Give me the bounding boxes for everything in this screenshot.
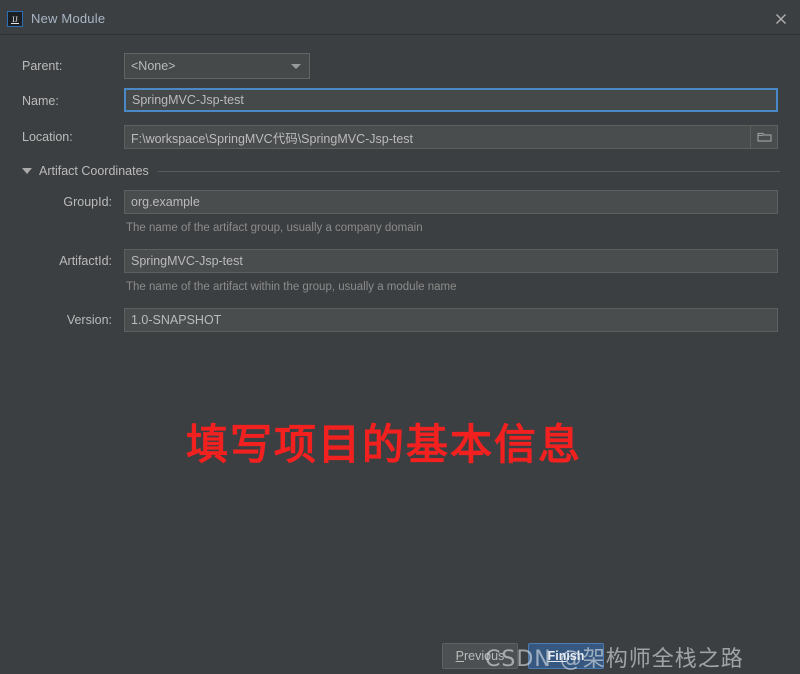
group-id-label-row: GroupId: <box>22 190 112 214</box>
artifact-id-label: ArtifactId: <box>59 254 112 268</box>
parent-select[interactable]: <None> <box>124 53 310 79</box>
new-module-form: Parent: <None> Name: SpringMVC-Jsp-test … <box>0 35 800 674</box>
window-title: New Module <box>31 11 106 26</box>
triangle-down-icon <box>22 168 32 174</box>
location-input[interactable]: F:\workspace\SpringMVC代码\SpringMVC-Jsp-t… <box>124 125 778 149</box>
finish-button-label: ish <box>566 649 585 663</box>
previous-button[interactable]: Previous <box>442 643 518 669</box>
folder-icon[interactable] <box>750 125 778 149</box>
name-label-row: Name: <box>22 89 112 113</box>
previous-button-mnemonic: P <box>455 649 465 663</box>
chevron-down-icon <box>291 63 301 69</box>
artifact-coordinates-label: Artifact Coordinates <box>39 164 149 178</box>
group-id-label: GroupId: <box>63 195 112 209</box>
parent-select-value: <None> <box>131 59 176 73</box>
group-id-input[interactable]: org.example <box>124 190 778 214</box>
previous-button-label: revious <box>464 649 505 663</box>
location-label-row: Location: <box>22 125 112 149</box>
finish-button-mnemonic: Fin <box>547 649 567 663</box>
location-label: Location: <box>22 130 73 144</box>
version-label-row: Version: <box>22 308 112 332</box>
artifact-coordinates-section-header[interactable]: Artifact Coordinates <box>22 162 780 180</box>
name-label: Name: <box>22 94 59 108</box>
artifact-id-label-row: ArtifactId: <box>22 249 112 273</box>
artifact-id-input[interactable]: SpringMVC-Jsp-test <box>124 249 778 273</box>
section-divider <box>157 170 780 172</box>
version-label: Version: <box>66 313 112 327</box>
svg-text:IJ: IJ <box>12 15 18 24</box>
version-input[interactable]: 1.0-SNAPSHOT <box>124 308 778 332</box>
close-icon[interactable] <box>770 8 792 30</box>
title-bar: IJ New Module <box>0 0 800 35</box>
parent-label-row: Parent: <box>22 54 112 78</box>
intellij-idea-icon: IJ <box>7 11 23 27</box>
artifact-id-hint: The name of the artifact within the grou… <box>126 281 457 293</box>
name-input[interactable]: SpringMVC-Jsp-test <box>124 88 778 112</box>
finish-button[interactable]: Fin ish <box>528 643 604 669</box>
parent-label: Parent: <box>22 59 63 73</box>
annotation-text: 填写项目的基本信息 <box>186 420 583 469</box>
group-id-hint: The name of the artifact group, usually … <box>126 222 423 234</box>
